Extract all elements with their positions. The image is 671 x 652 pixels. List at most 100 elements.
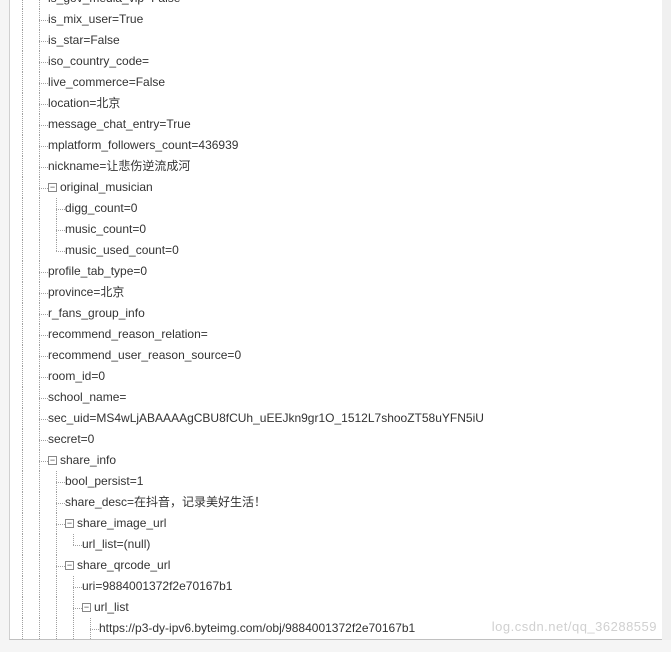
node-label: recommend_reason_relation= [48, 324, 208, 345]
tree-node[interactable]: digg_count=0 [14, 198, 662, 219]
node-label: is_mix_user=True [48, 9, 143, 30]
node-label: https://p3-dy-ipv6.byteimg.com/obj/98840… [99, 618, 415, 639]
node-label: uri=9884001372f2e70167b1 [82, 576, 232, 597]
tree-node[interactable]: r_fans_group_info [14, 303, 662, 324]
tree-guides [14, 387, 48, 408]
tree-node[interactable]: share_info [14, 450, 662, 471]
tree-guides [14, 618, 99, 639]
tree-guides [14, 72, 48, 93]
tree-node[interactable]: share_desc=在抖音，记录美好生活！ [14, 492, 662, 513]
tree-guides [14, 408, 48, 429]
tree-guides [14, 177, 48, 198]
tree-guides [14, 345, 48, 366]
tree-guides [14, 261, 48, 282]
node-label: secret=0 [48, 429, 94, 450]
collapse-icon[interactable] [48, 456, 57, 465]
tree-node[interactable]: share_qrcode_url [14, 555, 662, 576]
tree-guides [14, 135, 48, 156]
tree-guides [14, 156, 48, 177]
tree-node[interactable]: school_name= [14, 387, 662, 408]
tree-guides [14, 303, 48, 324]
tree-node[interactable]: share_image_url [14, 513, 662, 534]
tree-node[interactable]: url_list [14, 597, 662, 618]
collapse-icon[interactable] [65, 519, 74, 528]
node-label: location=北京 [48, 93, 120, 114]
tree-guides [14, 639, 99, 640]
tree-node[interactable]: music_count=0 [14, 219, 662, 240]
tree-node[interactable]: original_musician [14, 177, 662, 198]
tree-guides [14, 429, 48, 450]
node-label: digg_count=0 [65, 198, 137, 219]
tree-guides [14, 576, 82, 597]
tree-guides [14, 0, 48, 9]
tree-guides [14, 219, 65, 240]
tree-guides [14, 240, 65, 261]
node-label: https://p6-dy-ipv6.byteimg.com/obj/98840… [99, 639, 415, 640]
tree-node[interactable]: is_mix_user=True [14, 9, 662, 30]
tree-guides [14, 597, 82, 618]
tree-guides [14, 471, 65, 492]
tree-node[interactable]: bool_persist=1 [14, 471, 662, 492]
node-label: live_commerce=False [48, 72, 165, 93]
node-label: iso_country_code= [48, 51, 149, 72]
node-label: nickname=让悲伤逆流成河 [48, 156, 190, 177]
tree-node[interactable]: location=北京 [14, 93, 662, 114]
scrollbar-track[interactable] [662, 0, 671, 640]
node-label: music_used_count=0 [65, 240, 179, 261]
node-label: is_star=False [48, 30, 120, 51]
node-label: url_list=(null) [82, 534, 150, 555]
tree-node[interactable]: province=北京 [14, 282, 662, 303]
node-label: bool_persist=1 [65, 471, 143, 492]
node-label: share_image_url [77, 513, 166, 534]
node-label: is_gov_media_vip=False [48, 0, 180, 9]
tree-node[interactable]: music_used_count=0 [14, 240, 662, 261]
tree-node[interactable]: profile_tab_type=0 [14, 261, 662, 282]
tree-node[interactable]: nickname=让悲伤逆流成河 [14, 156, 662, 177]
tree-guides [14, 534, 82, 555]
tree-panel: is_gov_media_vip=Falseis_mix_user=Trueis… [9, 0, 663, 640]
node-label: share_info [60, 450, 116, 471]
node-label: url_list [94, 597, 129, 618]
node-label: room_id=0 [48, 366, 105, 387]
tree-guides [14, 555, 65, 576]
tree-node[interactable]: recommend_reason_relation= [14, 324, 662, 345]
tree-node[interactable]: uri=9884001372f2e70167b1 [14, 576, 662, 597]
tree-node[interactable]: is_gov_media_vip=False [14, 0, 662, 9]
tree-node[interactable]: url_list=(null) [14, 534, 662, 555]
node-label: recommend_user_reason_source=0 [48, 345, 241, 366]
tree-guides [14, 9, 48, 30]
collapse-icon[interactable] [82, 603, 91, 612]
node-label: province=北京 [48, 282, 124, 303]
tree-guides [14, 198, 65, 219]
tree-guides [14, 282, 48, 303]
tree-node[interactable]: room_id=0 [14, 366, 662, 387]
tree-node[interactable]: https://p6-dy-ipv6.byteimg.com/obj/98840… [14, 639, 662, 640]
tree-guides [14, 30, 48, 51]
tree-node[interactable]: live_commerce=False [14, 72, 662, 93]
collapse-icon[interactable] [48, 183, 57, 192]
tree-guides [14, 513, 65, 534]
node-label: sec_uid=MS4wLjABAAAAgCBU8fCUh_uEEJkn9gr1… [48, 408, 484, 429]
node-label: share_qrcode_url [77, 555, 170, 576]
node-label: share_desc=在抖音，记录美好生活！ [65, 492, 266, 513]
node-label: profile_tab_type=0 [48, 261, 147, 282]
tree-node[interactable]: recommend_user_reason_source=0 [14, 345, 662, 366]
tree-node[interactable]: is_star=False [14, 30, 662, 51]
json-tree: is_gov_media_vip=Falseis_mix_user=Trueis… [10, 0, 662, 640]
tree-node[interactable]: sec_uid=MS4wLjABAAAAgCBU8fCUh_uEEJkn9gr1… [14, 408, 662, 429]
collapse-icon[interactable] [65, 561, 74, 570]
node-label: music_count=0 [65, 219, 146, 240]
tree-guides [14, 366, 48, 387]
tree-node[interactable]: https://p3-dy-ipv6.byteimg.com/obj/98840… [14, 618, 662, 639]
tree-guides [14, 114, 48, 135]
node-label: school_name= [48, 387, 126, 408]
node-label: mplatform_followers_count=436939 [48, 135, 238, 156]
node-label: original_musician [60, 177, 153, 198]
tree-node[interactable]: mplatform_followers_count=436939 [14, 135, 662, 156]
tree-node[interactable]: message_chat_entry=True [14, 114, 662, 135]
tree-guides [14, 51, 48, 72]
tree-node[interactable]: secret=0 [14, 429, 662, 450]
tree-node[interactable]: iso_country_code= [14, 51, 662, 72]
tree-guides [14, 93, 48, 114]
tree-guides [14, 324, 48, 345]
